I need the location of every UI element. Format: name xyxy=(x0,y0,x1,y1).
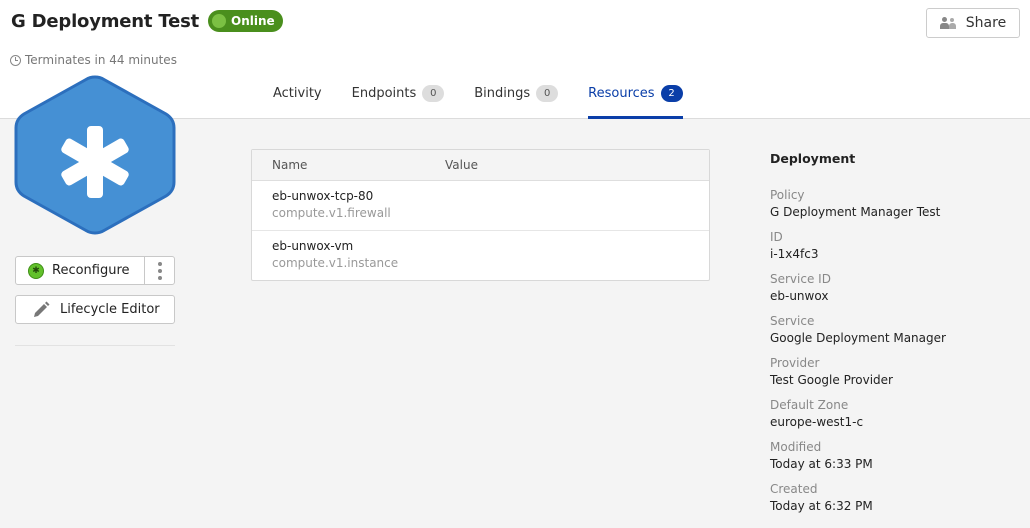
service-logo-icon xyxy=(14,75,176,235)
detail-policy: Policy G Deployment Manager Test xyxy=(770,187,1010,221)
table-header: Name Value xyxy=(252,150,709,181)
detail-label: Service xyxy=(770,314,815,328)
lifecycle-editor-button[interactable]: Lifecycle Editor xyxy=(15,295,175,324)
detail-value: G Deployment Manager Test xyxy=(770,205,941,219)
termination-notice: Terminates in 44 minutes xyxy=(10,53,177,67)
detail-label: Created xyxy=(770,482,818,496)
detail-value: eb-unwox xyxy=(770,289,829,303)
tab-count-badge: 0 xyxy=(422,85,445,102)
detail-value: Google Deployment Manager xyxy=(770,331,946,345)
detail-default-zone: Default Zone europe-west1-c xyxy=(770,397,1010,431)
lifecycle-editor-label: Lifecycle Editor xyxy=(60,302,160,317)
status-label: Online xyxy=(231,14,275,28)
gear-icon xyxy=(28,262,44,279)
column-header-name: Name xyxy=(272,158,308,172)
tab-label: Bindings xyxy=(474,86,531,101)
detail-value: Today at 6:33 PM xyxy=(770,457,873,471)
tab-activity[interactable]: Activity xyxy=(273,84,322,119)
detail-modified: Modified Today at 6:33 PM xyxy=(770,439,1010,473)
detail-label: ID xyxy=(770,230,783,244)
resources-table: Name Value eb-unwox-tcp-80 compute.v1.fi… xyxy=(251,149,710,281)
page-title: G Deployment Test xyxy=(11,10,200,32)
detail-label: Policy xyxy=(770,188,805,202)
status-badge: Online xyxy=(208,10,283,32)
resource-type: compute.v1.instance xyxy=(272,256,399,270)
tab-label: Activity xyxy=(273,86,322,101)
detail-service: Service Google Deployment Manager xyxy=(770,313,1010,347)
share-label: Share xyxy=(965,15,1007,31)
resource-name: eb-unwox-tcp-80 xyxy=(272,189,374,203)
resource-name: eb-unwox-vm xyxy=(272,239,354,253)
tab-resources[interactable]: Resources 2 xyxy=(588,84,683,119)
detail-provider: Provider Test Google Provider xyxy=(770,355,1010,389)
reconfigure-button-group: Reconfigure xyxy=(15,256,175,285)
reconfigure-label: Reconfigure xyxy=(52,263,130,278)
tab-label: Resources xyxy=(588,86,655,101)
clock-icon xyxy=(10,54,21,66)
status-dot-icon xyxy=(212,14,227,28)
detail-label: Modified xyxy=(770,440,822,454)
detail-label: Provider xyxy=(770,356,820,370)
tab-count-badge: 2 xyxy=(660,85,683,102)
kebab-dot xyxy=(157,261,162,266)
divider xyxy=(15,345,175,346)
kebab-dot xyxy=(157,275,162,280)
termination-text: Terminates in 44 minutes xyxy=(25,53,177,67)
reconfigure-button[interactable]: Reconfigure xyxy=(16,257,144,284)
column-header-value: Value xyxy=(445,158,478,172)
more-options-button[interactable] xyxy=(144,257,174,284)
details-title: Deployment xyxy=(770,151,856,166)
tab-bindings[interactable]: Bindings 0 xyxy=(474,84,559,119)
pencil-icon xyxy=(34,301,50,317)
detail-value: i-1x4fc3 xyxy=(770,247,819,261)
resource-type: compute.v1.firewall xyxy=(272,206,391,220)
detail-value: europe-west1-c xyxy=(770,415,864,429)
detail-service-id: Service ID eb-unwox xyxy=(770,271,1010,305)
detail-label: Default Zone xyxy=(770,398,849,412)
detail-id: ID i-1x4fc3 xyxy=(770,229,1010,263)
detail-label: Service ID xyxy=(770,272,831,286)
tab-label: Endpoints xyxy=(351,86,417,101)
detail-created: Created Today at 6:32 PM xyxy=(770,481,1010,515)
table-row[interactable]: eb-unwox-tcp-80 compute.v1.firewall xyxy=(252,181,709,231)
tab-endpoints[interactable]: Endpoints 0 xyxy=(352,84,445,119)
tab-count-badge: 0 xyxy=(536,85,559,102)
table-row[interactable]: eb-unwox-vm compute.v1.instance xyxy=(252,231,709,281)
detail-value: Test Google Provider xyxy=(770,373,893,387)
detail-value: Today at 6:32 PM xyxy=(770,499,873,513)
title-row: G Deployment Test Online xyxy=(11,10,283,32)
deployment-details-panel: Deployment Policy G Deployment Manager T… xyxy=(770,151,1010,523)
users-icon xyxy=(939,17,957,29)
share-button[interactable]: Share xyxy=(926,8,1020,38)
kebab-dot xyxy=(157,268,162,273)
tab-bar: Activity Endpoints 0 Bindings 0 Resource… xyxy=(273,84,713,119)
